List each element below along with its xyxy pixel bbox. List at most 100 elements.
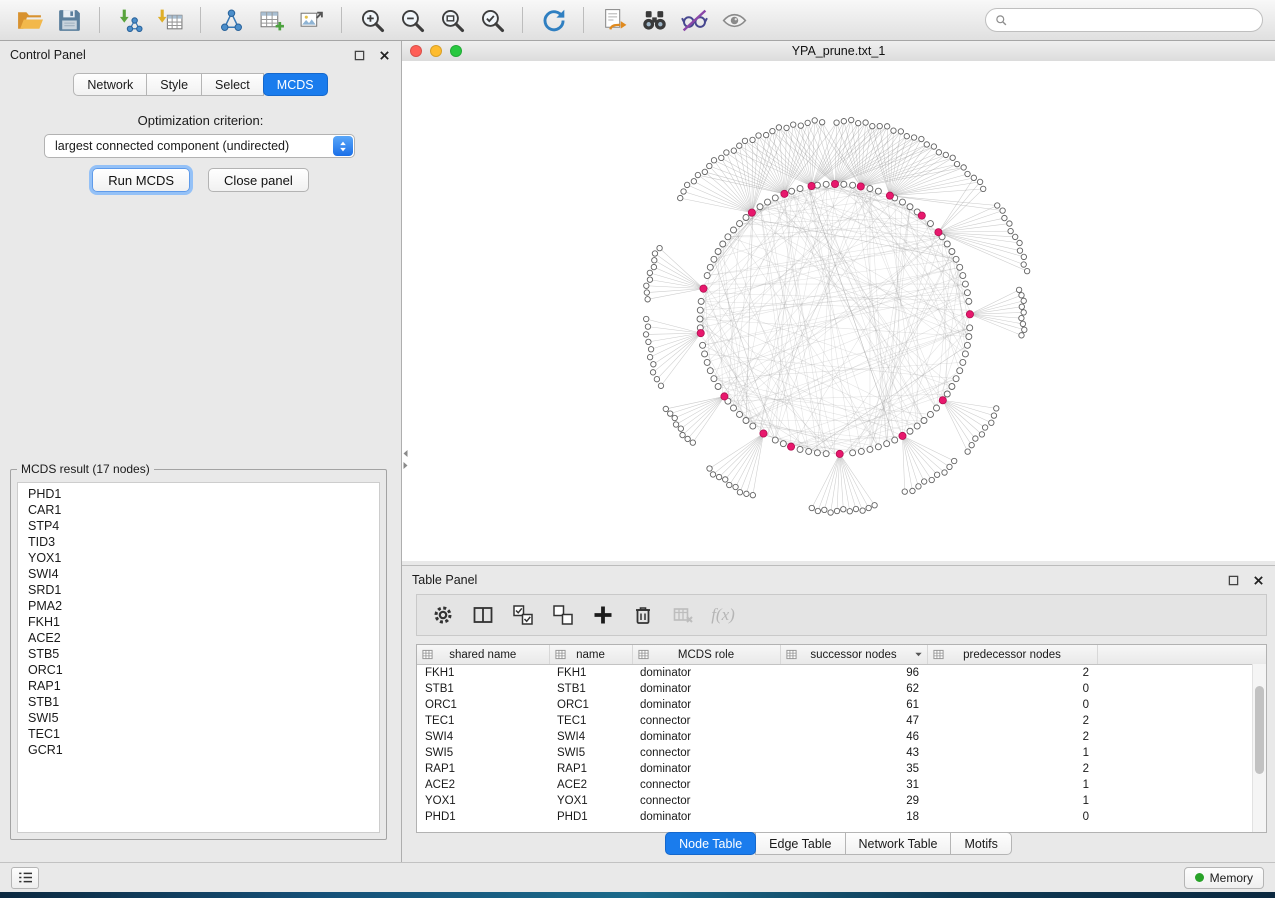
table-cell[interactable]: SWI4 (549, 729, 632, 745)
table-cell[interactable]: 31 (780, 777, 927, 793)
network-edge[interactable] (739, 146, 752, 213)
network-node[interactable] (980, 186, 985, 191)
mcds-result-item[interactable]: TEC1 (18, 726, 379, 742)
network-node[interactable] (765, 199, 771, 205)
network-node[interactable] (1020, 321, 1025, 326)
zoom-selected-icon[interactable] (475, 3, 509, 37)
network-node[interactable] (731, 148, 736, 153)
mcds-result-item[interactable]: STP4 (18, 518, 379, 534)
table-cell[interactable]: YOX1 (549, 793, 632, 809)
table-cell[interactable]: 2 (927, 713, 1097, 729)
network-node[interactable] (850, 182, 856, 188)
network-node[interactable] (962, 351, 968, 357)
network-edge[interactable] (903, 436, 945, 473)
zoom-out-icon[interactable] (395, 3, 429, 37)
network-edge[interactable] (676, 396, 724, 424)
network-node[interactable] (884, 441, 890, 447)
table-cell[interactable]: PHD1 (417, 809, 549, 825)
network-node[interactable] (982, 425, 987, 430)
network-node[interactable] (652, 251, 657, 256)
network-node[interactable] (910, 488, 915, 493)
network-node[interactable] (720, 241, 726, 247)
network-node[interactable] (763, 132, 768, 137)
network-node[interactable] (750, 423, 756, 429)
import-network-file-icon[interactable] (113, 3, 147, 37)
network-node[interactable] (834, 120, 839, 125)
table-row[interactable]: PHD1PHD1dominator180 (417, 809, 1266, 825)
network-node[interactable] (1019, 333, 1024, 338)
network-edge[interactable] (653, 333, 700, 364)
network-node[interactable] (1016, 287, 1021, 292)
network-edge[interactable] (710, 198, 775, 267)
network-edge[interactable] (703, 293, 969, 302)
binoculars-icon[interactable] (637, 3, 671, 37)
table-cell[interactable]: 61 (780, 697, 927, 713)
network-node[interactable] (707, 163, 712, 168)
panel-splitter-handle[interactable] (402, 444, 409, 474)
table-cell[interactable]: 1 (927, 745, 1097, 761)
network-node[interactable] (979, 432, 984, 437)
network-node[interactable] (849, 117, 854, 122)
network-node[interactable] (647, 354, 652, 359)
mcds-result-item[interactable]: YOX1 (18, 550, 379, 566)
network-node[interactable] (973, 436, 978, 441)
network-edge[interactable] (718, 328, 970, 387)
table-cell[interactable]: 29 (780, 793, 927, 809)
table-cell[interactable]: connector (632, 777, 780, 793)
close-panel-button[interactable]: Close panel (208, 168, 309, 192)
network-node[interactable] (815, 508, 820, 513)
network-dominator-node[interactable] (966, 311, 973, 318)
network-node[interactable] (707, 466, 712, 471)
network-node[interactable] (853, 506, 858, 511)
network-dominator-node[interactable] (760, 430, 767, 437)
network-node[interactable] (700, 342, 706, 348)
network-node[interactable] (867, 446, 873, 452)
network-node[interactable] (872, 503, 877, 508)
network-node[interactable] (645, 324, 650, 329)
network-edge[interactable] (739, 146, 784, 194)
network-node[interactable] (651, 264, 656, 269)
network-node[interactable] (960, 273, 966, 279)
network-node[interactable] (702, 351, 708, 357)
network-node[interactable] (719, 155, 724, 160)
network-node[interactable] (737, 221, 743, 227)
network-node[interactable] (841, 181, 847, 187)
network-node[interactable] (724, 150, 729, 155)
tab-network-table[interactable]: Network Table (845, 832, 952, 855)
network-node[interactable] (702, 169, 707, 174)
table-cell[interactable]: ORC1 (549, 697, 632, 713)
network-node[interactable] (971, 175, 976, 180)
select-all-icon[interactable] (509, 601, 537, 629)
show-eye-icon[interactable] (717, 3, 751, 37)
table-row[interactable]: TEC1TEC1connector472 (417, 713, 1266, 729)
table-cell[interactable]: SWI5 (549, 745, 632, 761)
network-edge[interactable] (903, 267, 960, 436)
refresh-icon[interactable] (536, 3, 570, 37)
network-node[interactable] (1021, 262, 1026, 267)
network-edge[interactable] (683, 396, 725, 435)
network-edge[interactable] (670, 396, 724, 413)
network-edge[interactable] (903, 436, 955, 461)
zoom-window-button[interactable] (450, 45, 462, 57)
network-node[interactable] (943, 152, 948, 157)
column-header-name[interactable]: name (549, 645, 632, 665)
network-node[interactable] (684, 182, 689, 187)
export-image-icon[interactable] (294, 3, 328, 37)
table-cell[interactable]: 43 (780, 745, 927, 761)
mcds-result-item[interactable]: RAP1 (18, 678, 379, 694)
table-cell[interactable]: dominator (632, 681, 780, 697)
network-node[interactable] (812, 118, 817, 123)
network-node[interactable] (823, 451, 829, 457)
table-row[interactable]: ACE2ACE2connector311 (417, 777, 1266, 793)
table-row[interactable]: FKH1FKH1dominator962 (417, 665, 1266, 682)
table-cell[interactable]: YOX1 (417, 793, 549, 809)
network-edge[interactable] (707, 244, 947, 276)
network-node[interactable] (960, 359, 966, 365)
network-edge[interactable] (903, 436, 905, 492)
table-cell[interactable]: 18 (780, 809, 927, 825)
network-node[interactable] (950, 155, 955, 160)
table-cell[interactable]: RAP1 (417, 761, 549, 777)
network-node[interactable] (823, 181, 829, 187)
network-node[interactable] (697, 307, 703, 313)
network-node[interactable] (770, 128, 775, 133)
